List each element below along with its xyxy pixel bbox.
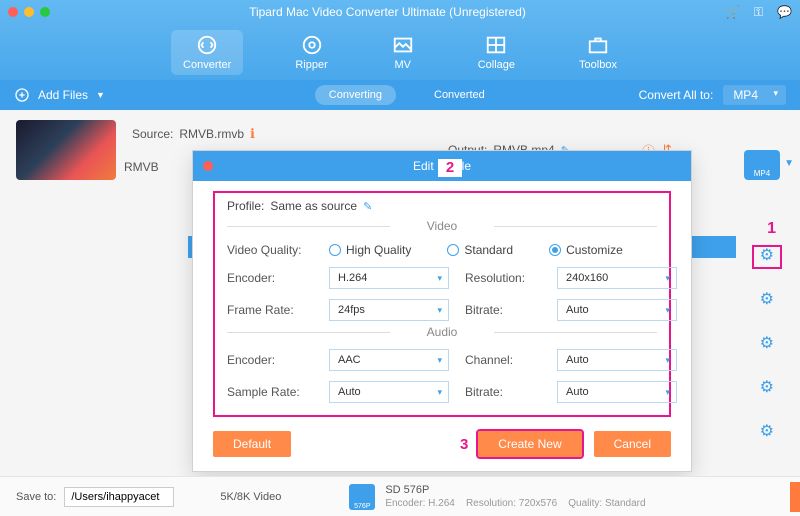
- quality-high-radio[interactable]: High Quality: [329, 243, 411, 257]
- footer-bar: Save to: 5K/8K Video 576P SD 576P Encode…: [0, 476, 800, 516]
- profile-value: Same as source: [270, 199, 357, 213]
- plus-circle-icon: [14, 87, 30, 103]
- convert-all-format-select[interactable]: MP4: [723, 85, 786, 105]
- key-icon[interactable]: ⚿: [754, 5, 763, 20]
- settings-gear-column: ⚙ ⚙ ⚙ ⚙ ⚙: [760, 245, 774, 441]
- subtab-converted[interactable]: Converted: [420, 85, 499, 105]
- annotation-2: 2: [438, 159, 462, 177]
- close-window-button[interactable]: [8, 7, 18, 17]
- tab-collage[interactable]: Collage: [466, 30, 527, 75]
- save-to-path-input[interactable]: [64, 487, 174, 507]
- gear-icon[interactable]: ⚙: [760, 421, 774, 441]
- gear-icon[interactable]: ⚙: [760, 245, 774, 265]
- video-bitrate-select[interactable]: Auto: [557, 299, 677, 321]
- preset-name: SD 576P: [385, 484, 645, 496]
- chevron-down-icon[interactable]: ▼: [96, 90, 105, 100]
- gear-icon[interactable]: ⚙: [760, 333, 774, 353]
- window-titlebar: Tipard Mac Video Converter Ultimate (Unr…: [0, 0, 800, 24]
- default-button[interactable]: Default: [213, 431, 291, 457]
- cart-icon[interactable]: 🛒: [725, 5, 740, 20]
- profile-label: Profile:: [227, 199, 264, 213]
- annotation-2-box: Profile: Same as source ✎ Video Video Qu…: [213, 191, 671, 417]
- maximize-window-button[interactable]: [40, 7, 50, 17]
- video-thumbnail[interactable]: [16, 120, 116, 180]
- video-encoder-label: Encoder:: [227, 271, 313, 285]
- samplerate-select[interactable]: Auto: [329, 381, 449, 403]
- audio-bitrate-select[interactable]: Auto: [557, 381, 677, 403]
- window-title: Tipard Mac Video Converter Ultimate (Unr…: [50, 5, 725, 19]
- channel-label: Channel:: [465, 353, 541, 367]
- minimize-window-button[interactable]: [24, 7, 34, 17]
- tab-mv[interactable]: MV: [380, 30, 426, 75]
- edit-profile-modal: Edit Profile Profile: Same as source ✎ V…: [192, 150, 692, 472]
- gear-icon[interactable]: ⚙: [760, 377, 774, 397]
- video-encoder-select[interactable]: H.264: [329, 267, 449, 289]
- framerate-select[interactable]: 24fps: [329, 299, 449, 321]
- video-quality-label: Video Quality:: [227, 243, 313, 257]
- convert-button-edge[interactable]: [790, 482, 800, 512]
- channel-select[interactable]: Auto: [557, 349, 677, 371]
- audio-bitrate-label: Bitrate:: [465, 385, 541, 399]
- gear-icon[interactable]: ⚙: [760, 289, 774, 309]
- create-new-button[interactable]: Create New: [478, 431, 581, 457]
- annotation-3: 3: [460, 436, 468, 453]
- save-to-label: Save to:: [16, 491, 56, 503]
- convert-all-label: Convert All to:: [639, 88, 714, 102]
- edit-profile-name-icon[interactable]: ✎: [363, 200, 372, 213]
- preset-badge-icon: 576P: [349, 484, 375, 510]
- audio-section-label: Audio: [227, 325, 657, 339]
- tab-toolbox[interactable]: Toolbox: [567, 30, 629, 75]
- framerate-label: Frame Rate:: [227, 303, 313, 317]
- quality-standard-radio[interactable]: Standard: [447, 243, 513, 257]
- modal-close-button[interactable]: [203, 161, 213, 171]
- traffic-lights: [8, 7, 50, 17]
- source-filename: RMVB.rmvb: [179, 127, 244, 141]
- audio-encoder-label: Encoder:: [227, 353, 313, 367]
- tab-converter[interactable]: Converter: [171, 30, 243, 75]
- tab-ripper[interactable]: Ripper: [283, 30, 339, 75]
- quality-customize-radio[interactable]: Customize: [549, 243, 623, 257]
- annotation-1: 1: [767, 220, 776, 238]
- samplerate-label: Sample Rate:: [227, 385, 313, 399]
- output-format-card[interactable]: MP4: [744, 150, 780, 180]
- info-icon[interactable]: ℹ: [250, 126, 255, 142]
- image-icon: [392, 34, 414, 56]
- format-chevron-icon[interactable]: ▼: [784, 158, 794, 169]
- main-tabs: Converter Ripper MV Collage Toolbox: [0, 24, 800, 80]
- side-category[interactable]: 5K/8K Video: [220, 491, 281, 503]
- disc-icon: [301, 34, 323, 56]
- action-bar: Add Files ▼ Converting Converted Convert…: [0, 80, 800, 110]
- resolution-input[interactable]: 240x160: [557, 267, 677, 289]
- feedback-icon[interactable]: 💬: [777, 5, 792, 20]
- source-label: Source:: [132, 127, 173, 141]
- resolution-label: Resolution:: [465, 271, 541, 285]
- audio-encoder-select[interactable]: AAC: [329, 349, 449, 371]
- toolbox-icon: [587, 34, 609, 56]
- cancel-button[interactable]: Cancel: [594, 431, 671, 457]
- video-bitrate-label: Bitrate:: [465, 303, 541, 317]
- add-files-button[interactable]: Add Files ▼: [0, 87, 119, 103]
- subtab-converting[interactable]: Converting: [315, 85, 396, 105]
- converter-icon: [196, 34, 218, 56]
- collage-icon: [485, 34, 507, 56]
- video-section-label: Video: [227, 219, 657, 233]
